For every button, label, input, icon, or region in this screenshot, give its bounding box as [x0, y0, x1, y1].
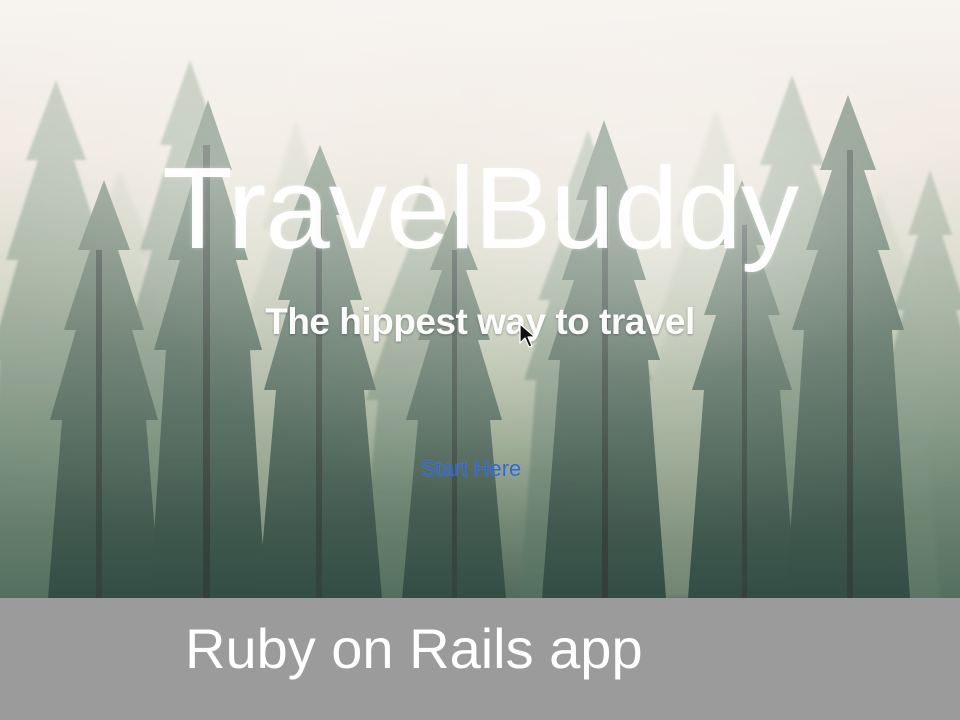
landing-hero: TravelBuddy The hippest way to travel St…	[0, 0, 960, 598]
hero-content: TravelBuddy The hippest way to travel St…	[0, 0, 960, 598]
caption-text: Ruby on Rails app	[185, 617, 643, 680]
start-here-link[interactable]: Start Here	[421, 455, 541, 483]
page-title: TravelBuddy	[162, 143, 799, 273]
screenshot-frame: TravelBuddy The hippest way to travel St…	[0, 0, 960, 720]
page-subtitle: The hippest way to travel	[265, 301, 695, 342]
mouse-pointer-icon	[519, 323, 536, 348]
